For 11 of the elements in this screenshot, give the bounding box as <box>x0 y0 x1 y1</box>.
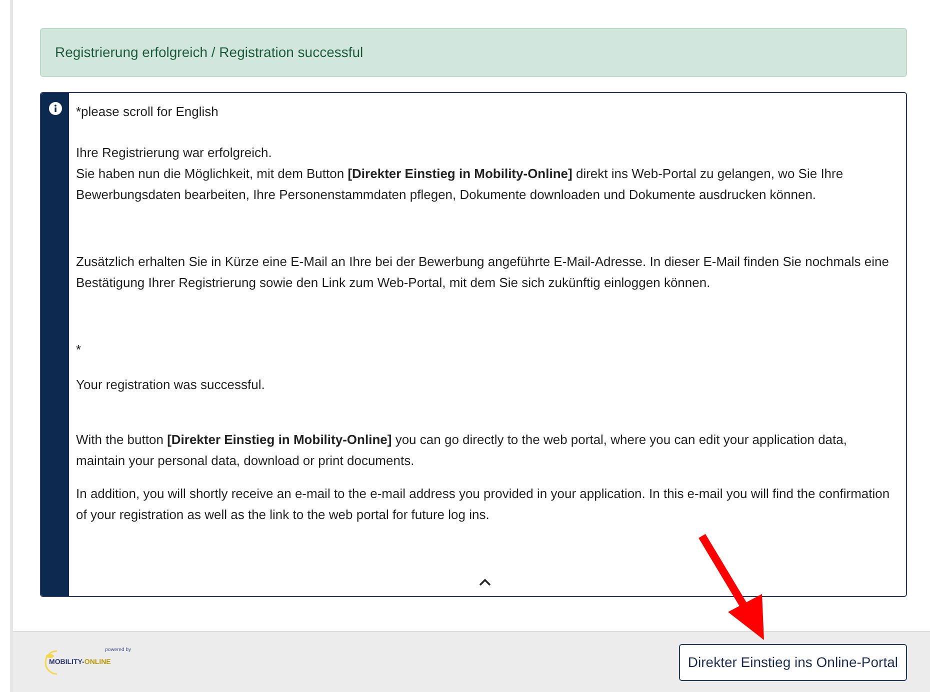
info-paragraph: With the button [Direkter Einstieg in Mobility-Online] you can go directly to the web portal, where you can edit your application data, maintain your personal data, download or print documents. <box>76 431 848 470</box>
info-paragraph: Your registration was successful. <box>76 376 266 394</box>
alert-text: Registrierung erfolgreich / Registration successful <box>55 43 364 62</box>
info-paragraph: * <box>76 341 82 359</box>
info-paragraph: In addition, you will shortly receive an e-mail to the e-mail address you provided in your application. In this e-mail you will find the confirmation of your registration as well as the link to the web portal for future log ins. <box>76 485 891 524</box>
online-portal-button[interactable]: Direkter Einstieg ins Online-Portal <box>678 644 907 680</box>
info-paragraph: Zusätzlich erhalten Sie in Kürze eine E-Mail an Ihre bei der Bewerbung angeführte E-Mail-Adresse. In dieser E-Mail finden Sie nochmals eine Bestätigung Ihrer Registrierung sowie den Link zum Web-Portal, mit dem Sie sich zukünftig einloggen können. <box>76 253 890 292</box>
chevron-up-icon[interactable] <box>479 578 491 586</box>
info-icon <box>48 102 62 115</box>
info-paragraph: *please scroll for English <box>76 103 220 121</box>
info-paragraph: Ihre Registrierung war erfolgreich. Sie haben nun die Möglichkeit, mit dem Button [Direkter Einstieg in Mobility-Online] direkt ins Web-Portal zu gelangen, wo Sie Ihre Bewerbungsdaten bearbeiten, Ihre Personenstammdaten pflegen, Dokumente downloaden und Dokumente ausdrucken können. <box>76 144 844 204</box>
